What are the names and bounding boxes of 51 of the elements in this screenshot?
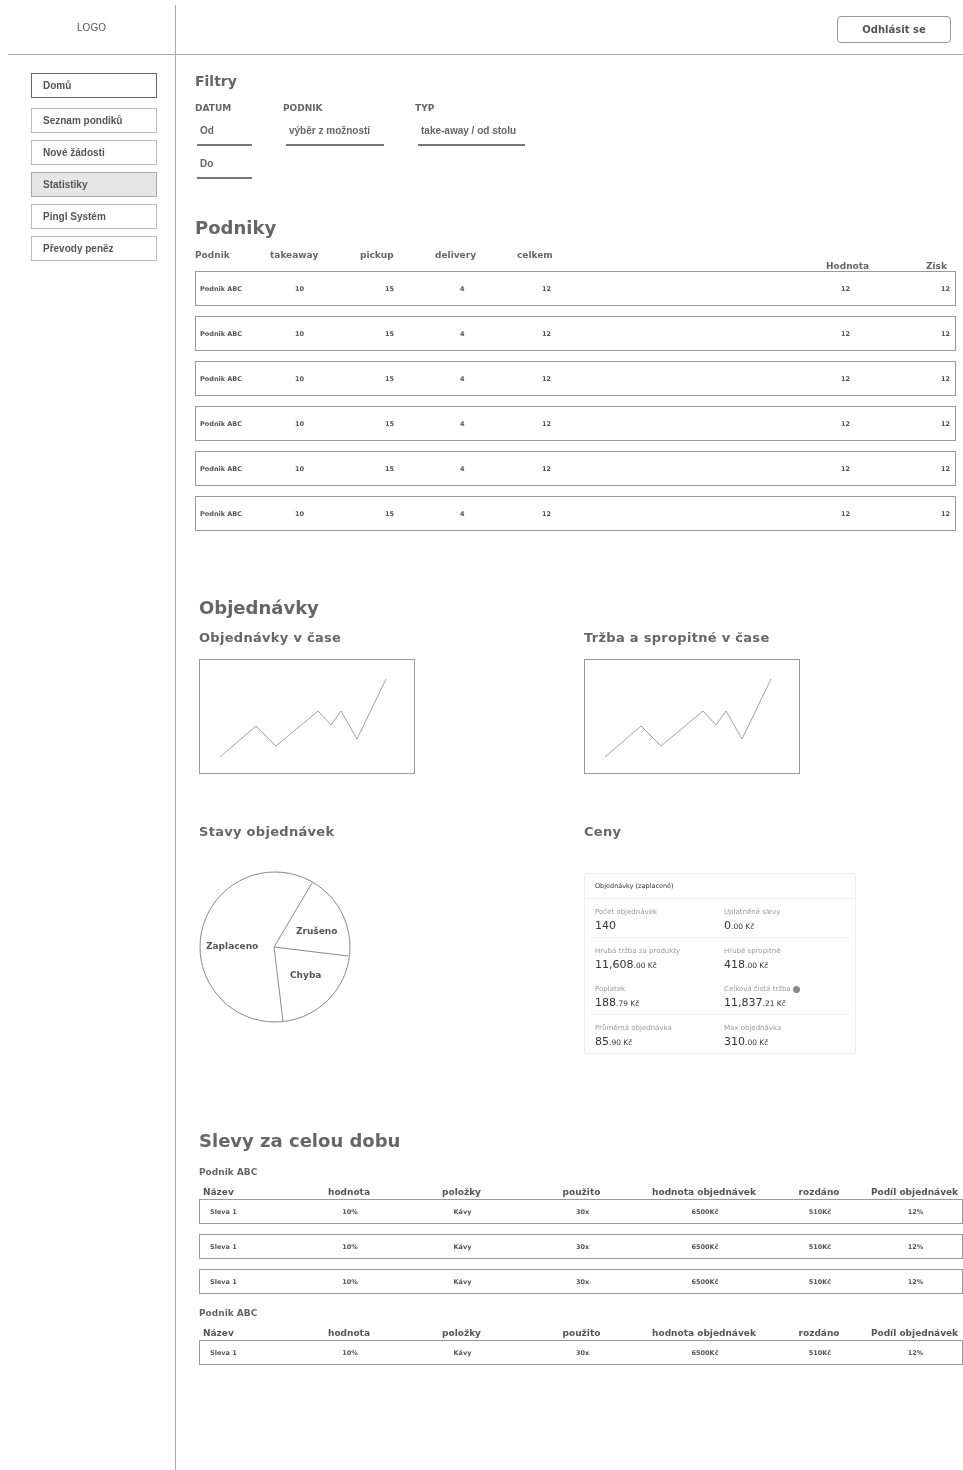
column-header: položky bbox=[441, 1187, 482, 1199]
filter-field[interactable]: výběr z možností bbox=[286, 121, 384, 146]
logout-button[interactable]: Odhlásit se bbox=[837, 15, 951, 43]
section-title: Podniky bbox=[195, 217, 278, 238]
column-header: Název bbox=[202, 1187, 235, 1199]
stat-value: 140 bbox=[595, 919, 617, 932]
sidebar-item[interactable]: Pingl Systém bbox=[31, 204, 157, 229]
filter-field[interactable]: Do bbox=[197, 154, 252, 179]
chart-title: Stavy objednávek bbox=[199, 824, 336, 839]
section-title: Filtry bbox=[195, 73, 238, 89]
business-name: Podnik ABC bbox=[199, 1167, 259, 1177]
sidebar-item[interactable]: Seznam pondiků bbox=[31, 108, 157, 133]
column-header: Zisk bbox=[926, 261, 948, 271]
column-header: položky bbox=[441, 1328, 482, 1340]
column-header: celkem bbox=[517, 250, 554, 262]
filter-field[interactable]: Od bbox=[197, 121, 252, 146]
column-header: rozdáno bbox=[797, 1328, 841, 1340]
logo: LOGO bbox=[77, 21, 106, 33]
column-header: Hodnota bbox=[826, 261, 871, 271]
column-header: takeaway bbox=[270, 250, 320, 262]
sidebar-item[interactable]: Převody peněz bbox=[31, 236, 157, 261]
column-header: Podnik bbox=[195, 250, 231, 262]
column-header: hodnota bbox=[327, 1328, 371, 1340]
column-header: hodnota bbox=[327, 1187, 371, 1199]
column-header: použito bbox=[561, 1187, 602, 1199]
filter-label: TYP bbox=[415, 103, 436, 113]
section-title: Slevy za celou dobu bbox=[199, 1130, 402, 1151]
section-title: Objednávky bbox=[199, 597, 320, 618]
filter-field[interactable]: take-away / od stolu bbox=[418, 121, 525, 146]
sidebar-item[interactable]: Nové žádosti bbox=[31, 140, 157, 165]
pie-label: Chyba bbox=[290, 970, 322, 980]
column-header: pickup bbox=[360, 250, 395, 262]
chart-title: Ceny bbox=[584, 824, 623, 839]
chart-title: Tržba a spropitné v čase bbox=[584, 630, 771, 645]
column-header: Podíl objednávek bbox=[869, 1328, 960, 1340]
business-name: Podnik ABC bbox=[199, 1308, 259, 1318]
pie-label: Zrušeno bbox=[296, 926, 338, 936]
filter-label: DATUM bbox=[195, 103, 233, 113]
column-header: delivery bbox=[435, 250, 477, 262]
column-header: hodnota objednávek bbox=[651, 1328, 757, 1340]
filter-label: PODNIK bbox=[283, 103, 324, 113]
pie-label: Zaplaceno bbox=[206, 941, 259, 951]
column-header: Podíl objednávek bbox=[869, 1187, 960, 1199]
chart-title: Objednávky v čase bbox=[199, 630, 343, 645]
column-header: rozdáno bbox=[797, 1187, 841, 1199]
column-header: Název bbox=[202, 1328, 235, 1340]
column-header: použito bbox=[561, 1328, 602, 1340]
sidebar-item[interactable]: Domů bbox=[31, 73, 157, 98]
column-header: hodnota objednávek bbox=[651, 1187, 757, 1199]
sidebar-item[interactable]: Statistiky bbox=[31, 172, 157, 197]
info-icon[interactable] bbox=[792, 985, 800, 993]
